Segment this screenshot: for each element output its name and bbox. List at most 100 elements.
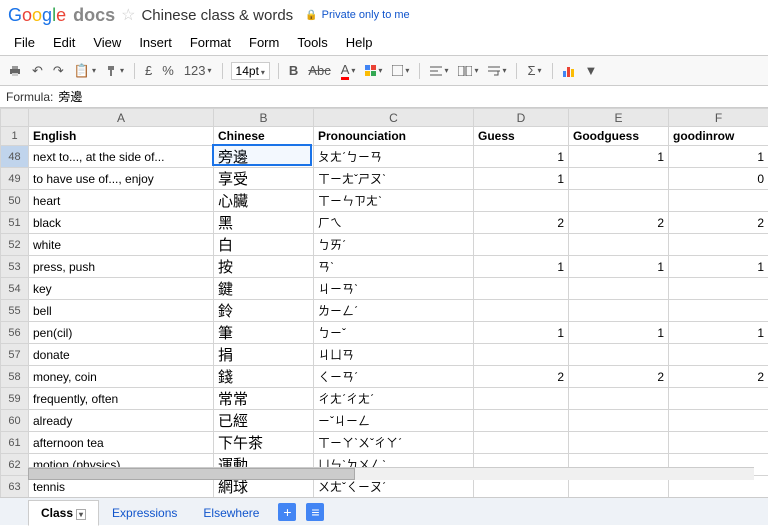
cell[interactable]: 0 bbox=[669, 168, 768, 190]
cell[interactable]: 2 bbox=[669, 366, 768, 388]
cell[interactable] bbox=[669, 300, 768, 322]
strikethrough-button[interactable]: Abc bbox=[306, 62, 332, 79]
cell[interactable]: English bbox=[29, 127, 214, 146]
cell[interactable]: black bbox=[29, 212, 214, 234]
col-header-a[interactable]: A bbox=[29, 109, 214, 127]
menu-tools[interactable]: Tools bbox=[289, 32, 335, 53]
col-header-e[interactable]: E bbox=[569, 109, 669, 127]
cell[interactable]: 2 bbox=[474, 366, 569, 388]
cell[interactable]: ㄧˇㄐㄧㄥ bbox=[314, 410, 474, 432]
cell[interactable] bbox=[474, 190, 569, 212]
cell[interactable]: Chinese bbox=[214, 127, 314, 146]
cell[interactable] bbox=[474, 234, 569, 256]
cell[interactable]: ㄒㄧㄤˇㄕㄡˋ bbox=[314, 168, 474, 190]
row-header[interactable]: 58 bbox=[1, 366, 29, 388]
cell[interactable]: 按 bbox=[214, 256, 314, 278]
cell[interactable]: 2 bbox=[474, 212, 569, 234]
cell[interactable]: already bbox=[29, 410, 214, 432]
row-header[interactable]: 53 bbox=[1, 256, 29, 278]
cell[interactable] bbox=[569, 344, 669, 366]
cell[interactable]: 下午茶 bbox=[214, 432, 314, 454]
cell[interactable]: goodinrow bbox=[669, 127, 768, 146]
cell[interactable]: 旁邊 bbox=[214, 146, 314, 168]
cell[interactable]: 已經 bbox=[214, 410, 314, 432]
fill-color-icon[interactable] bbox=[363, 64, 384, 77]
row-header[interactable]: 51 bbox=[1, 212, 29, 234]
merge-icon[interactable] bbox=[456, 65, 480, 77]
cell[interactable]: 1 bbox=[569, 256, 669, 278]
tab-menu-icon[interactable]: ▾ bbox=[76, 509, 86, 520]
cell[interactable] bbox=[669, 432, 768, 454]
cell[interactable]: 1 bbox=[474, 168, 569, 190]
cell[interactable]: 1 bbox=[669, 322, 768, 344]
cell[interactable] bbox=[669, 344, 768, 366]
horizontal-scrollbar[interactable] bbox=[28, 467, 754, 480]
select-all-cell[interactable] bbox=[1, 109, 29, 127]
cell[interactable] bbox=[474, 278, 569, 300]
undo-icon[interactable]: ↶ bbox=[30, 62, 45, 80]
menu-format[interactable]: Format bbox=[182, 32, 239, 53]
menu-file[interactable]: File bbox=[6, 32, 43, 53]
tab-class[interactable]: Class▾ bbox=[28, 500, 99, 526]
cell[interactable]: Goodguess bbox=[569, 127, 669, 146]
cell[interactable]: 享受 bbox=[214, 168, 314, 190]
row-header[interactable]: 52 bbox=[1, 234, 29, 256]
cell[interactable] bbox=[569, 234, 669, 256]
cell[interactable]: 2 bbox=[669, 212, 768, 234]
cell[interactable]: ㄅㄞˊ bbox=[314, 234, 474, 256]
cell[interactable]: frequently, often bbox=[29, 388, 214, 410]
cell[interactable]: ㄐㄧㄢˋ bbox=[314, 278, 474, 300]
row-header[interactable]: 61 bbox=[1, 432, 29, 454]
cell[interactable]: 1 bbox=[569, 322, 669, 344]
cell[interactable]: next to..., at the side of... bbox=[29, 146, 214, 168]
cell[interactable]: 1 bbox=[669, 146, 768, 168]
cell[interactable]: 1 bbox=[669, 256, 768, 278]
paint-format-icon[interactable] bbox=[104, 64, 126, 78]
row-header[interactable]: 49 bbox=[1, 168, 29, 190]
cell[interactable]: 黑 bbox=[214, 212, 314, 234]
row-header[interactable]: 63 bbox=[1, 476, 29, 498]
all-sheets-button[interactable]: ≡ bbox=[306, 503, 324, 521]
menu-help[interactable]: Help bbox=[338, 32, 381, 53]
cell[interactable]: ㄆㄤˊㄅㄧㄢ bbox=[314, 146, 474, 168]
cell[interactable] bbox=[669, 278, 768, 300]
borders-icon[interactable] bbox=[390, 64, 411, 77]
cell[interactable]: 白 bbox=[214, 234, 314, 256]
cell[interactable] bbox=[569, 388, 669, 410]
cell[interactable]: donate bbox=[29, 344, 214, 366]
filter-icon[interactable]: ▼ bbox=[583, 62, 600, 79]
star-icon[interactable]: ☆ bbox=[121, 5, 135, 25]
cell[interactable] bbox=[474, 432, 569, 454]
cell[interactable] bbox=[569, 300, 669, 322]
row-header[interactable]: 62 bbox=[1, 454, 29, 476]
formula-input[interactable]: 旁邊 bbox=[57, 87, 762, 106]
menu-insert[interactable]: Insert bbox=[131, 32, 180, 53]
bold-button[interactable]: B bbox=[287, 62, 300, 79]
cell[interactable] bbox=[569, 190, 669, 212]
cell[interactable] bbox=[569, 410, 669, 432]
cell[interactable] bbox=[474, 388, 569, 410]
cell[interactable]: 2 bbox=[569, 212, 669, 234]
cell[interactable]: money, coin bbox=[29, 366, 214, 388]
clipboard-icon[interactable]: 📋 bbox=[72, 62, 98, 80]
more-formats[interactable]: 123 bbox=[182, 62, 214, 79]
cell[interactable]: ㄅㄧˇ bbox=[314, 322, 474, 344]
row-header[interactable]: 56 bbox=[1, 322, 29, 344]
format-currency[interactable]: £ bbox=[143, 62, 154, 79]
tab-elsewhere[interactable]: Elsewhere bbox=[190, 500, 272, 525]
format-percent[interactable]: % bbox=[160, 62, 176, 79]
cell[interactable]: key bbox=[29, 278, 214, 300]
align-icon[interactable] bbox=[428, 65, 450, 77]
cell[interactable] bbox=[669, 190, 768, 212]
cell[interactable]: ㄏㄟ bbox=[314, 212, 474, 234]
cell[interactable]: heart bbox=[29, 190, 214, 212]
cell[interactable]: press, push bbox=[29, 256, 214, 278]
col-header-f[interactable]: F bbox=[669, 109, 768, 127]
cell[interactable]: 鈴 bbox=[214, 300, 314, 322]
scrollbar-thumb[interactable] bbox=[28, 468, 355, 480]
redo-icon[interactable]: ↷ bbox=[51, 62, 66, 80]
spreadsheet-grid[interactable]: A B C D E F 1 English Chinese Pronouncia… bbox=[0, 108, 768, 508]
cell[interactable]: ㄔㄤˊㄔㄤˊ bbox=[314, 388, 474, 410]
cell[interactable]: ㄒㄧㄣㄗㄤˋ bbox=[314, 190, 474, 212]
col-header-c[interactable]: C bbox=[314, 109, 474, 127]
